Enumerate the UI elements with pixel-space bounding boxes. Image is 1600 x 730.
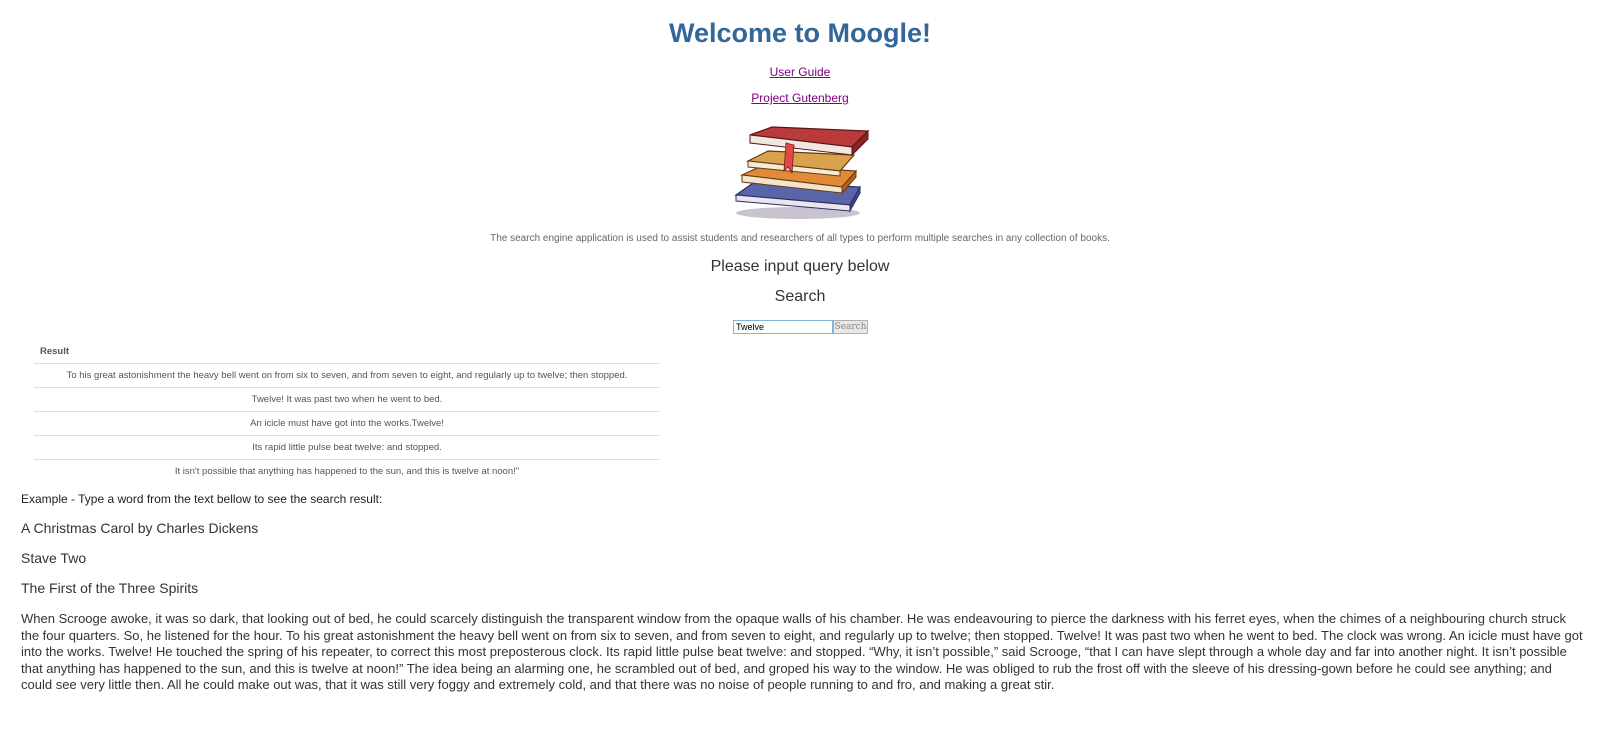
result-cell: It isn't possible that anything has happ… — [174, 466, 520, 477]
search-form: Search — [733, 320, 868, 334]
results-column-header: Result — [34, 340, 660, 364]
stack-of-books-icon — [734, 126, 870, 219]
nav-project-gutenberg: Project Gutenberg — [0, 90, 1600, 106]
search-button[interactable]: Search — [833, 320, 868, 334]
table-row: Its rapid little pulse beat twelve: and … — [34, 435, 660, 460]
table-row: It isn't possible that anything has happ… — [34, 460, 660, 484]
result-cell: Its rapid little pulse beat twelve: and … — [34, 435, 660, 460]
example-instruction: Example - Type a word from the text bell… — [21, 492, 383, 506]
search-heading: Search — [774, 288, 826, 305]
stave-heading: Stave Two — [21, 550, 87, 566]
results-table: Result To his great astonishment the hea… — [34, 340, 660, 483]
table-row: Twelve! It was past two when he went to … — [34, 387, 660, 412]
page-title: Welcome to Moogle! — [668, 18, 931, 48]
result-cell: An icicle must have got into the works.T… — [34, 411, 660, 436]
nav-user-guide: User Guide — [0, 64, 1600, 80]
project-gutenberg-link[interactable]: Project Gutenberg — [751, 91, 848, 105]
book-excerpt: When Scrooge awoke, it was so dark, that… — [21, 611, 1583, 692]
result-cell: Twelve! It was past two when he went to … — [34, 387, 660, 412]
query-prompt: Please input query below — [710, 258, 890, 275]
chapter-heading: The First of the Three Spirits — [21, 580, 199, 596]
result-cell: To his great astonishment the heavy bell… — [34, 363, 660, 388]
table-row: To his great astonishment the heavy bell… — [34, 363, 660, 388]
app-description: The search engine application is used to… — [490, 233, 1110, 244]
user-guide-link[interactable]: User Guide — [770, 65, 831, 79]
book-title: A Christmas Carol by Charles Dickens — [21, 520, 259, 536]
page: Welcome to Moogle! User Guide Project Gu… — [0, 0, 1600, 730]
table-row: An icicle must have got into the works.T… — [34, 411, 660, 436]
search-input[interactable] — [733, 320, 833, 334]
results-header-row: Result — [34, 340, 660, 364]
